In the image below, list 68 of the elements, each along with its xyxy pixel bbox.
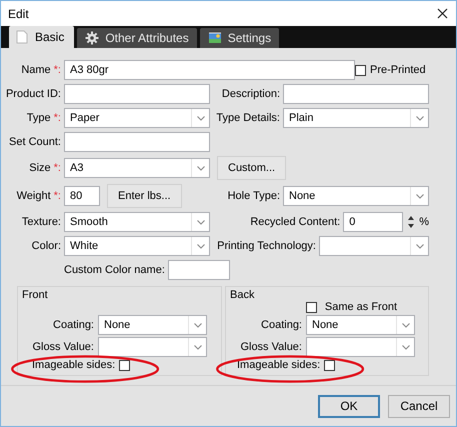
caret-icon — [402, 344, 410, 350]
caret-icon — [416, 116, 424, 120]
field-label: Set Count: — [8, 136, 61, 148]
dropdown[interactable]: None — [98, 315, 207, 335]
tab[interactable]: Other Attributes — [77, 28, 197, 48]
field-label: Name *: — [20, 64, 61, 76]
field-label: Coating: — [260, 319, 302, 331]
caret-icon — [416, 194, 424, 198]
field-label: Coating: — [52, 319, 94, 331]
input-field[interactable]: 0 — [343, 212, 404, 232]
dropdown[interactable]: None — [306, 315, 415, 335]
unit-label: % — [419, 216, 429, 228]
dropdown[interactable]: White — [64, 236, 210, 256]
checkbox-label: Same as Front — [324, 301, 397, 313]
button[interactable]: Cancel — [388, 394, 450, 418]
checkbox-label: Pre-Printed — [370, 64, 426, 76]
dropdown[interactable]: A3 — [64, 158, 210, 178]
field-label: Printing Technology: — [217, 240, 316, 252]
field-label: Gloss Value: — [31, 341, 94, 353]
input-field[interactable]: A3 80gr — [64, 60, 355, 80]
field-label: Recycled Content: — [250, 216, 340, 228]
input-field[interactable] — [168, 260, 230, 280]
field-label: Hole Type: — [228, 190, 280, 202]
field-label: Size *: — [28, 162, 61, 174]
caret-icon — [194, 344, 202, 350]
dropdown[interactable]: Smooth — [64, 212, 210, 232]
group-title: Back — [229, 289, 256, 301]
checkbox[interactable] — [324, 360, 336, 370]
field-label: Type *: — [26, 112, 61, 124]
field-label: Product ID: — [5, 88, 61, 100]
input-field[interactable] — [64, 84, 210, 104]
page-icon — [15, 30, 29, 44]
field-label: Imageable sides: — [32, 359, 116, 371]
field-label: Type Details: — [216, 112, 280, 124]
input-field[interactable] — [283, 84, 429, 104]
button[interactable]: OK — [318, 394, 380, 418]
checkbox[interactable] — [355, 64, 366, 76]
caret-icon — [196, 166, 204, 170]
dropdown[interactable]: None — [283, 186, 429, 206]
field-label: Gloss Value: — [239, 341, 302, 353]
dropdown[interactable]: Paper — [64, 108, 210, 128]
field-label: Weight *: — [16, 190, 61, 202]
checkbox[interactable] — [306, 302, 317, 312]
field-label: Description: — [222, 88, 280, 100]
tab[interactable]: Basic — [9, 26, 74, 48]
tab[interactable]: Settings — [200, 28, 280, 48]
dropdown[interactable]: Plain — [283, 108, 429, 128]
checkbox[interactable] — [119, 360, 130, 370]
close-icon[interactable] — [437, 8, 448, 19]
caret-icon — [196, 116, 204, 120]
dropdown[interactable] — [319, 236, 429, 256]
button[interactable]: Enter lbs... — [107, 184, 182, 208]
group-title: Front — [21, 289, 49, 301]
input-field[interactable] — [64, 132, 210, 152]
field-label: Color: — [30, 240, 61, 252]
field-label: Texture: — [20, 216, 61, 228]
window-title: Edit — [8, 6, 29, 20]
field-label: Custom Color name: — [64, 264, 165, 276]
caret-icon — [196, 244, 204, 248]
input-field[interactable]: 80 — [64, 186, 100, 206]
picture-icon — [208, 31, 222, 45]
gear-icon — [85, 31, 100, 45]
caret-icon — [194, 322, 202, 328]
field-label: Imageable sides: — [237, 359, 320, 371]
caret-icon — [196, 220, 204, 224]
caret-icon — [402, 322, 410, 328]
button[interactable]: Custom... — [217, 156, 286, 180]
caret-icon — [416, 244, 424, 248]
